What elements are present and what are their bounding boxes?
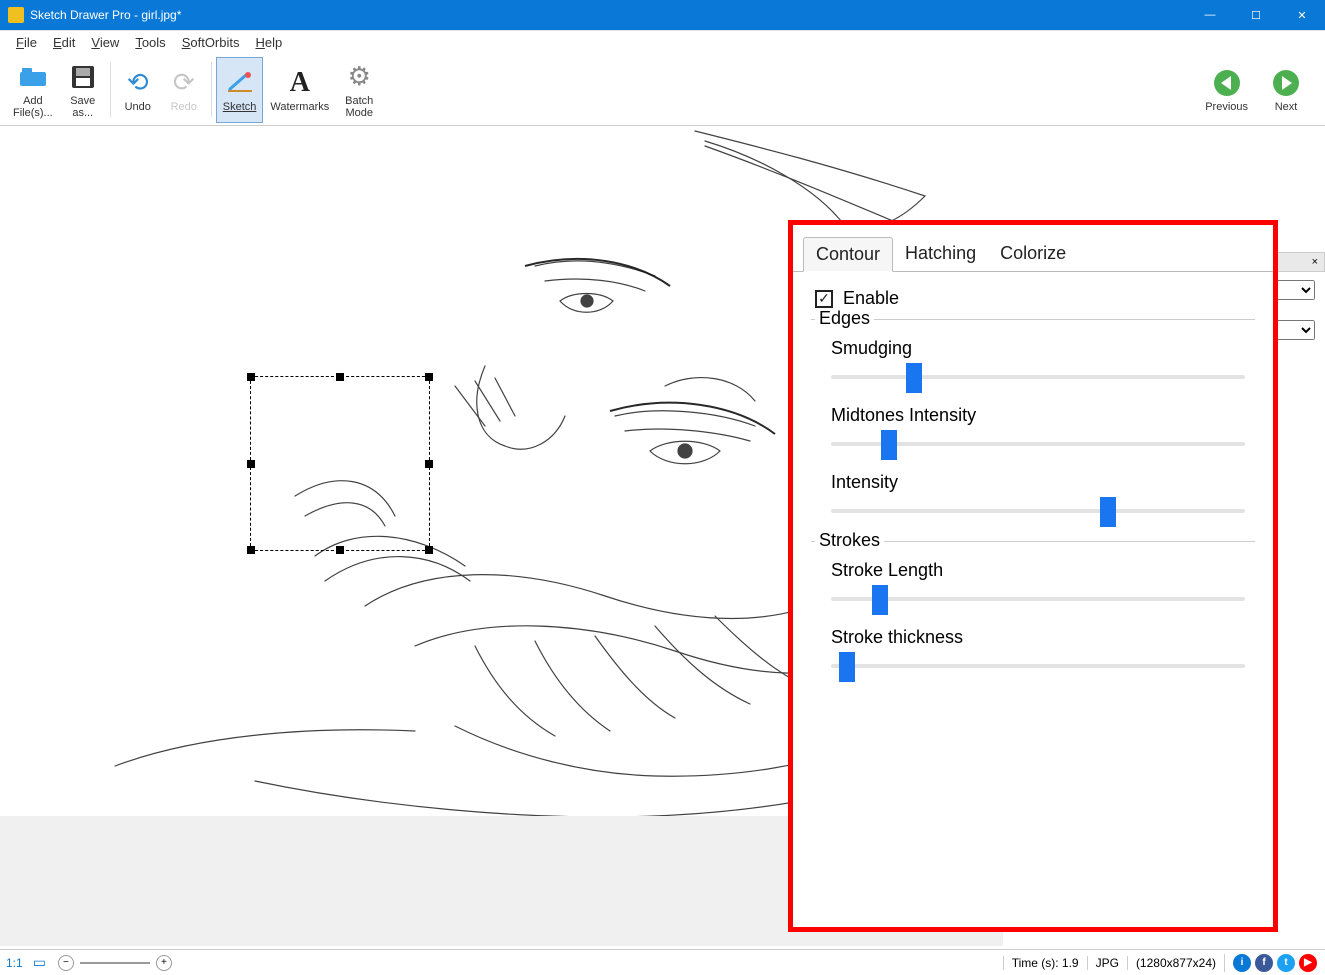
zoom-in-button[interactable]: + [156, 955, 172, 971]
sketch-icon [224, 67, 256, 99]
social-links: i f t ▶ [1224, 954, 1325, 972]
midtones-label: Midtones Intensity [831, 405, 1245, 426]
dims-label: (1280x877x24) [1127, 956, 1224, 970]
stroke-length-label: Stroke Length [831, 560, 1245, 581]
add-files-button[interactable]: Add File(s)... [6, 57, 60, 123]
handle-e[interactable] [425, 460, 433, 468]
contour-settings-panel: Contour Hatching Colorize ✓ Enable Edges… [788, 220, 1278, 932]
handle-n[interactable] [336, 373, 344, 381]
smudging-label: Smudging [831, 338, 1245, 359]
toolbox-close-icon[interactable]: × [1312, 256, 1318, 268]
smudging-slider[interactable] [831, 363, 1245, 391]
minimize-button[interactable]: — [1187, 0, 1233, 30]
facebook-icon[interactable]: f [1255, 954, 1273, 972]
tab-contour[interactable]: Contour [803, 237, 893, 272]
zoom-slider[interactable] [80, 962, 150, 964]
tab-colorize[interactable]: Colorize [988, 237, 1078, 272]
batch-mode-button[interactable]: ⚙ Batch Mode [336, 57, 382, 123]
sketch-button[interactable]: Sketch [216, 57, 264, 123]
edges-group: Edges Smudging Midtones Intensity Intens… [811, 319, 1255, 525]
format-label: JPG [1087, 956, 1127, 970]
midtones-slider[interactable] [831, 430, 1245, 458]
maximize-button[interactable]: ☐ [1233, 0, 1279, 30]
handle-w[interactable] [247, 460, 255, 468]
next-button[interactable]: Next [1263, 57, 1309, 123]
redo-button: ⟳ Redo [161, 57, 207, 123]
statusbar: 1:1 ▭ − + Time (s): 1.9 JPG (1280x877x24… [0, 949, 1325, 975]
undo-button[interactable]: ⟲ Undo [115, 57, 161, 123]
menu-view[interactable]: View [83, 33, 127, 52]
zoom-control[interactable]: − + [50, 955, 180, 971]
menubar: File Edit View Tools SoftOrbits Help [0, 30, 1325, 54]
tab-hatching[interactable]: Hatching [893, 237, 988, 272]
add-files-icon [17, 61, 49, 93]
save-as-button[interactable]: Save as... [60, 57, 106, 123]
fit-icon[interactable]: ▭ [29, 954, 50, 971]
stroke-thickness-slider[interactable] [831, 652, 1245, 680]
handle-nw[interactable] [247, 373, 255, 381]
next-icon [1270, 67, 1302, 99]
twitter-icon[interactable]: t [1277, 954, 1295, 972]
ratio-label[interactable]: 1:1 [0, 956, 29, 970]
handle-ne[interactable] [425, 373, 433, 381]
panel-tabs: Contour Hatching Colorize [793, 225, 1273, 272]
prev-icon [1211, 67, 1243, 99]
undo-icon: ⟲ [122, 67, 154, 99]
handle-s[interactable] [336, 546, 344, 554]
intensity-slider[interactable] [831, 497, 1245, 525]
menu-tools[interactable]: Tools [127, 33, 173, 52]
toolbar: Add File(s)... Save as... ⟲ Undo ⟳ Redo … [0, 54, 1325, 126]
strokes-group: Strokes Stroke Length Stroke thickness [811, 541, 1255, 680]
checkbox-icon: ✓ [815, 290, 833, 308]
youtube-icon[interactable]: ▶ [1299, 954, 1317, 972]
menu-edit[interactable]: Edit [45, 33, 83, 52]
watermarks-icon: A [284, 67, 316, 99]
share-icon[interactable]: i [1233, 954, 1251, 972]
handle-sw[interactable] [247, 546, 255, 554]
save-icon [67, 61, 99, 93]
menu-file[interactable]: File [8, 33, 45, 52]
close-button[interactable]: ✕ [1279, 0, 1325, 30]
previous-button[interactable]: Previous [1198, 57, 1255, 123]
stroke-length-slider[interactable] [831, 585, 1245, 613]
titlebar: Sketch Drawer Pro - girl.jpg* — ☐ ✕ [0, 0, 1325, 30]
app-icon [8, 7, 24, 23]
selection-box[interactable] [250, 376, 430, 551]
redo-icon: ⟳ [168, 67, 200, 99]
window-title: Sketch Drawer Pro - girl.jpg* [30, 8, 181, 22]
menu-softorbits[interactable]: SoftOrbits [174, 33, 248, 52]
handle-se[interactable] [425, 546, 433, 554]
gear-icon: ⚙ [343, 61, 375, 93]
intensity-label: Intensity [831, 472, 1245, 493]
time-label: Time (s): 1.9 [1003, 956, 1087, 970]
stroke-thickness-label: Stroke thickness [831, 627, 1245, 648]
zoom-out-button[interactable]: − [58, 955, 74, 971]
watermarks-button[interactable]: A Watermarks [263, 57, 336, 123]
menu-help[interactable]: Help [247, 33, 290, 52]
enable-checkbox[interactable]: ✓ Enable [815, 288, 1259, 309]
